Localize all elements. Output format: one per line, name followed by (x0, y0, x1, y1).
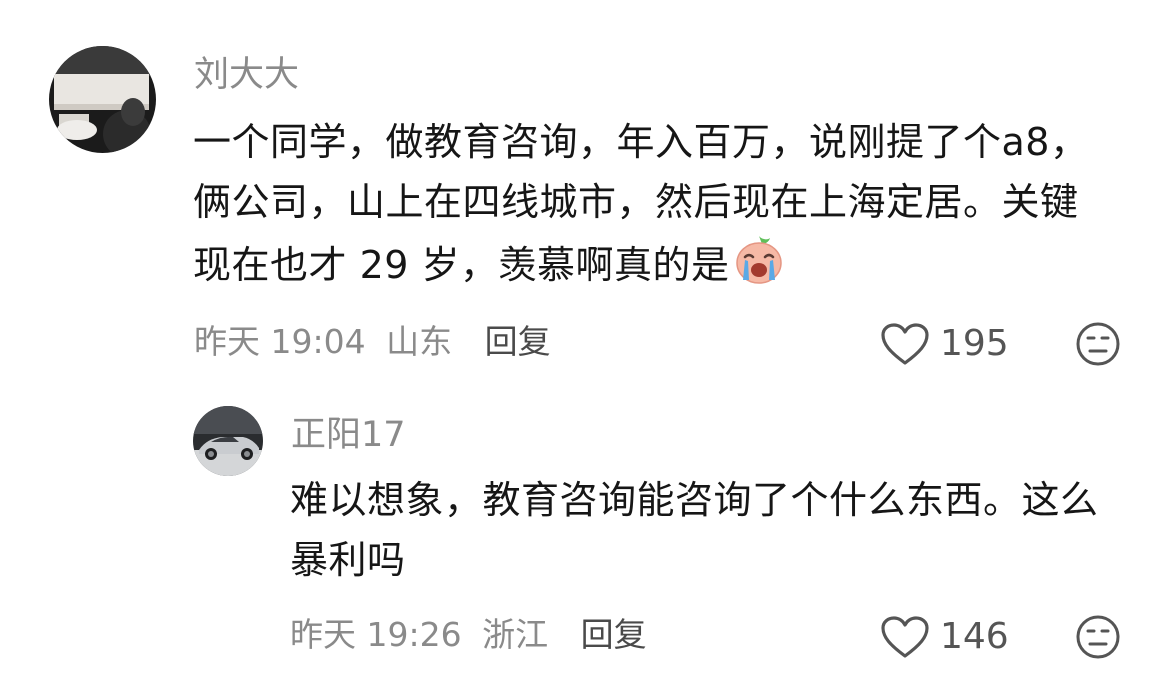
meh-face-icon (1076, 615, 1120, 659)
comment-meta: 昨天 19:26 浙江 回复 (290, 618, 647, 651)
comment-meta: 昨天 19:04 山东 回复 (194, 325, 551, 358)
comment-location: 山东 (386, 322, 453, 361)
like-button[interactable]: 195 (880, 322, 1009, 366)
username[interactable]: 正阳17 (291, 418, 406, 453)
avatar-image (193, 406, 263, 476)
dislike-button[interactable] (1075, 614, 1121, 660)
avatar[interactable] (193, 406, 263, 476)
like-button[interactable]: 146 (880, 615, 1009, 659)
comment-location: 浙江 (482, 615, 549, 654)
comment-time: 昨天 19:04 (194, 322, 366, 361)
username[interactable]: 刘大大 (194, 58, 299, 93)
meh-face-icon (1076, 322, 1120, 366)
comment-text: 一个同学，做教育咨询，年入百万，说刚提了个a8，俩公司，山上在四线城市，然后现在… (193, 112, 1093, 295)
comment-body: 难以想象，教育咨询能咨询了个什么东西。这么暴利吗 (290, 478, 1099, 582)
like-count: 195 (940, 323, 1009, 364)
reply-button[interactable]: 回复 (485, 325, 551, 358)
reply-button[interactable]: 回复 (581, 618, 647, 651)
comment-body: 一个同学，做教育咨询，年入百万，说刚提了个a8，俩公司，山上在四线城市，然后现在… (193, 120, 1089, 287)
comment-text: 难以想象，教育咨询能咨询了个什么东西。这么暴利吗 (290, 470, 1130, 590)
avatar[interactable] (49, 46, 156, 153)
comment-time: 昨天 19:26 (290, 615, 462, 654)
dislike-button[interactable] (1075, 321, 1121, 367)
crying-peach-emoji-icon (732, 232, 786, 286)
avatar-image (49, 46, 156, 153)
heart-outline-icon (881, 323, 929, 365)
heart-outline-icon (881, 616, 929, 658)
like-count: 146 (940, 616, 1009, 657)
